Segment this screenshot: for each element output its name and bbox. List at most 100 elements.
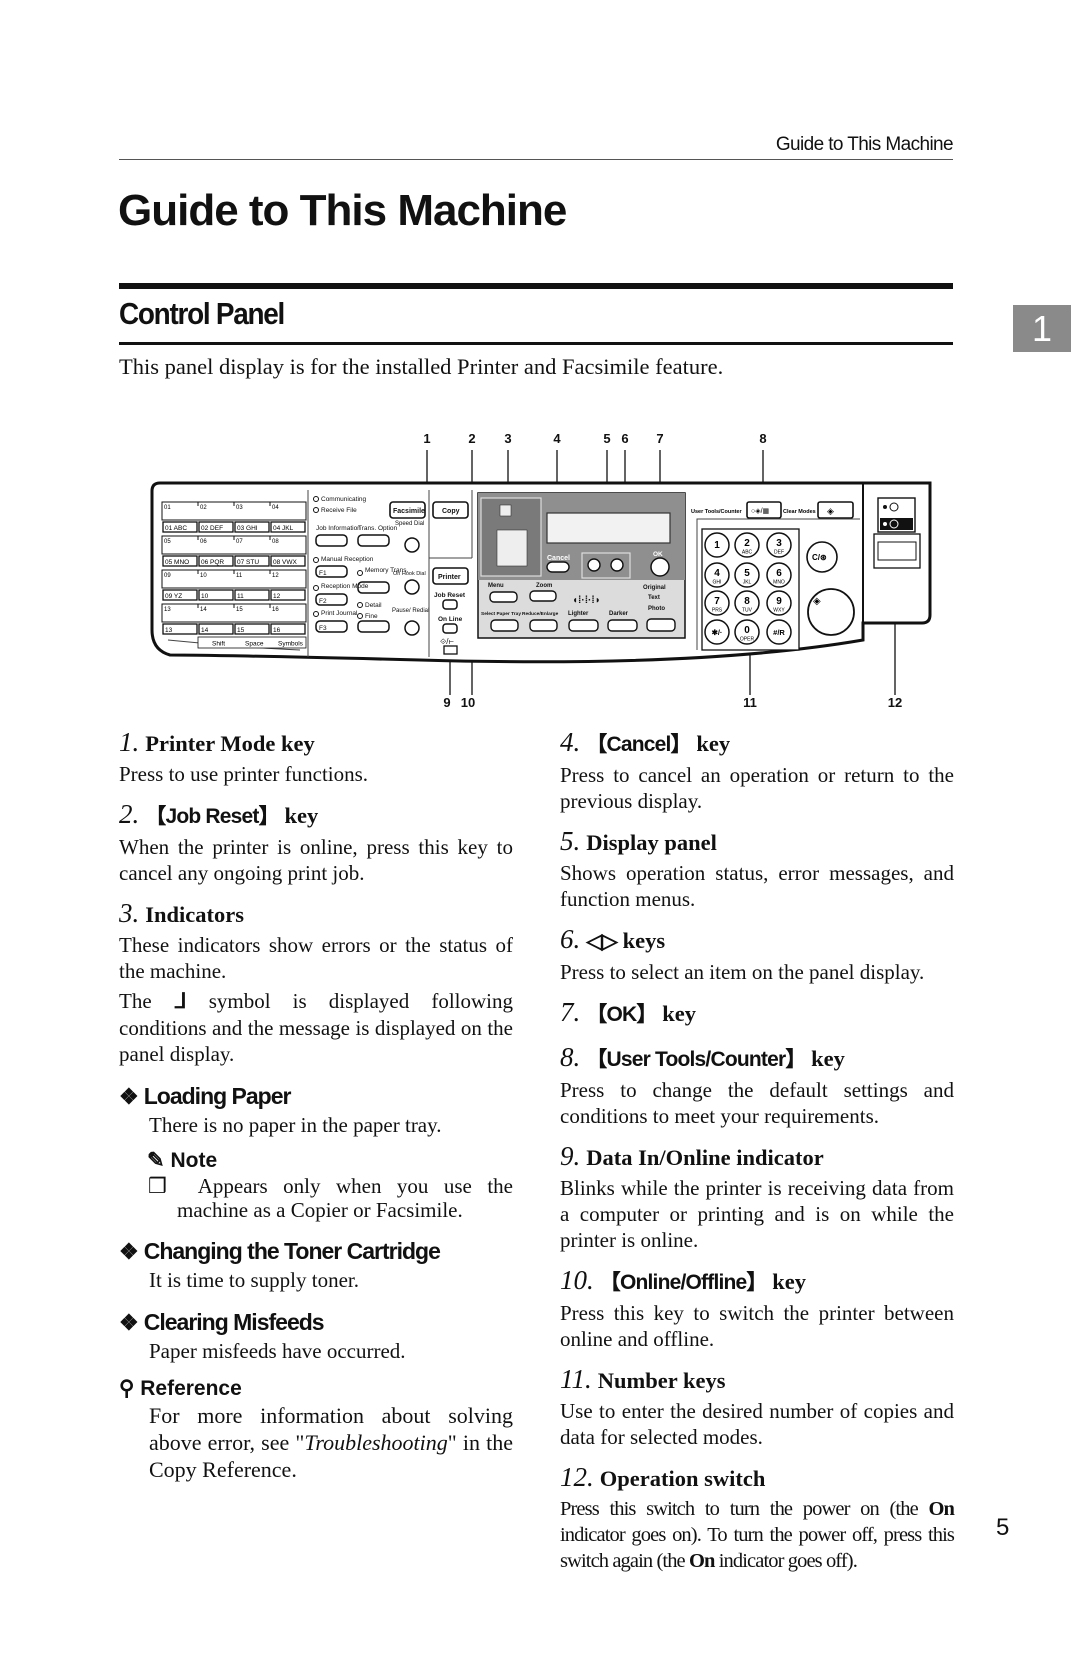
magnifier-reference-icon: ⚲ bbox=[119, 1377, 135, 1400]
label-communicating: Communicating bbox=[321, 496, 367, 503]
label-user-tools-counter: User Tools/Counter bbox=[691, 509, 742, 515]
item-6: 6. ◁▷ keys Press to select an item on the … bbox=[560, 924, 925, 984]
section-rule-bottom bbox=[119, 342, 953, 345]
user-tools-icon: ○◈/▦ bbox=[751, 508, 769, 515]
number-key-digit: 9 bbox=[776, 596, 782, 607]
one-touch-number: 09 bbox=[164, 573, 171, 579]
right-column: 4. 【Cancel】 key Press to cancel an operati… bbox=[560, 727, 955, 1586]
item-4: 4. 【Cancel】 key Press to cancel an operati… bbox=[560, 727, 954, 813]
section-title: Control Panel bbox=[119, 296, 285, 331]
density-scale-icon: ◖⁞·⁞·⁞◗ bbox=[572, 595, 601, 606]
one-touch-footer-label: Space bbox=[245, 641, 264, 648]
left-arrow-key bbox=[587, 558, 601, 572]
one-touch-number: 10 bbox=[200, 573, 207, 579]
one-touch-key-label: 09 YZ bbox=[165, 593, 182, 600]
one-touch-key-label: 14 bbox=[201, 627, 209, 634]
number-key-digit: 4 bbox=[714, 568, 720, 579]
zoom-button bbox=[529, 590, 557, 602]
number-key-letters: GHI bbox=[713, 580, 722, 586]
number-key-digit: ✱/· bbox=[712, 628, 723, 637]
one-touch-number: 08 bbox=[272, 539, 279, 545]
one-touch-number: 07 bbox=[236, 539, 243, 545]
one-touch-key-label: 03 GHI bbox=[237, 525, 258, 532]
one-touch-key-label: 04 JKL bbox=[273, 525, 294, 532]
right-arrow-key bbox=[610, 558, 624, 572]
label-original: Original bbox=[643, 585, 666, 591]
clear-modes-icon: ◈ bbox=[827, 506, 834, 516]
one-touch-key-label: 01 ABC bbox=[165, 525, 187, 532]
one-touch-number: 02 bbox=[200, 505, 207, 511]
label-print-journal: Print Journal bbox=[321, 610, 358, 617]
diamond-bullet-icon: ❖ bbox=[119, 1084, 139, 1109]
item-11: 11. Number keys Use to enter the desired n… bbox=[560, 1364, 954, 1449]
label-f3: F3 bbox=[319, 625, 327, 632]
online-button bbox=[442, 623, 458, 634]
one-touch-number: 01 bbox=[164, 505, 171, 511]
one-touch-key-label: 15 bbox=[237, 627, 245, 634]
item-printer-mode-key: 1. Printer Mode key Press to use printer … bbox=[119, 727, 369, 786]
label-darker: Darker bbox=[609, 611, 629, 617]
job-information-button bbox=[315, 534, 348, 547]
item-indicators: 3. Indicators These indicators show error… bbox=[119, 898, 513, 1066]
header-rule bbox=[119, 159, 953, 160]
label-on-hook-dial: On Hook Dial bbox=[393, 571, 426, 577]
number-key-digit: 3 bbox=[776, 538, 782, 549]
callout-2: 2 bbox=[468, 431, 475, 446]
section-rule-top bbox=[119, 283, 953, 289]
one-touch-key-label: 13 bbox=[165, 627, 173, 634]
number-key-letters: TUV bbox=[742, 608, 753, 614]
callout-10: 10 bbox=[461, 695, 475, 710]
label-photo: Photo bbox=[648, 606, 665, 612]
page-title: Guide to This Machine bbox=[118, 186, 567, 235]
one-touch-key-label: 10 bbox=[201, 593, 209, 600]
clearing-misfeeds: ❖ Clearing Misfeeds Paper misfeeds have o… bbox=[119, 1309, 406, 1363]
number-key-digit: 2 bbox=[744, 538, 750, 549]
diamond-bullet-icon: ❖ bbox=[119, 1239, 139, 1264]
one-touch-number: 04 bbox=[272, 505, 279, 511]
speed-dial-button bbox=[404, 537, 420, 553]
number-key-letters: OPER bbox=[740, 637, 755, 643]
start-icon: ◈ bbox=[813, 596, 821, 607]
label-zoom: Zoom bbox=[536, 583, 552, 589]
item-job-reset-key: 2. 【Job Reset】 key When the printer is on… bbox=[119, 799, 513, 885]
label-detail: Detail bbox=[365, 602, 382, 609]
item-8: 8. 【User Tools/Counter】 key Press to chang… bbox=[560, 1042, 954, 1128]
chapter-tab: 1 bbox=[1013, 305, 1071, 352]
item-9: 9. Data In/Online indicator Blinks while t… bbox=[560, 1141, 954, 1252]
number-key-digit: 7 bbox=[714, 596, 720, 607]
pause-redial-button bbox=[404, 620, 420, 636]
diamond-bullet-icon: ❖ bbox=[119, 1310, 139, 1335]
label-f1: F1 bbox=[319, 570, 327, 577]
item-10: 10. 【Online/Offline】 key Press this key to… bbox=[560, 1265, 954, 1351]
label-reception-mode: Reception Mode bbox=[321, 583, 369, 590]
label-printer: Printer bbox=[438, 574, 461, 581]
one-touch-number: 13 bbox=[164, 607, 171, 613]
number-key-digit: 8 bbox=[744, 596, 750, 607]
left-column: 1. Printer Mode key Press to use printer … bbox=[119, 727, 513, 1483]
label-menu: Menu bbox=[488, 583, 504, 589]
label-copy: Copy bbox=[442, 508, 460, 515]
trans-option-button bbox=[357, 534, 390, 547]
label-reduce-enlarge: Reduce/Enlarge bbox=[522, 611, 559, 617]
number-key-letters: WXY bbox=[773, 608, 785, 614]
checkbox-icon: ❒ bbox=[148, 1174, 167, 1198]
one-touch-number: 15 bbox=[236, 607, 243, 613]
control-panel-diagram: 0101 ABC0202 DEF0303 GHI0404 JKL0505 MNO… bbox=[150, 431, 932, 710]
callout-1: 1 bbox=[423, 431, 430, 446]
running-header: Guide to This Machine bbox=[775, 134, 954, 155]
callout-8: 8 bbox=[759, 431, 766, 446]
one-touch-number: 12 bbox=[272, 573, 279, 579]
number-key-digit: #/R bbox=[773, 628, 785, 637]
label-fine: Fine bbox=[365, 613, 378, 620]
one-touch-number: 11 bbox=[236, 573, 243, 579]
label-receive-file: Receive File bbox=[321, 507, 357, 514]
menu-button bbox=[489, 591, 518, 603]
one-touch-number: 05 bbox=[164, 539, 171, 545]
label-trans-option: Trans. Option bbox=[358, 525, 398, 532]
one-touch-key-label: 02 DEF bbox=[201, 525, 223, 532]
number-key-letters: JKL bbox=[743, 580, 752, 586]
number-key-digit: 1 bbox=[714, 540, 720, 551]
number-key-letters: DEF bbox=[774, 550, 784, 556]
callout-7: 7 bbox=[656, 431, 663, 446]
lighter-button bbox=[568, 619, 599, 632]
